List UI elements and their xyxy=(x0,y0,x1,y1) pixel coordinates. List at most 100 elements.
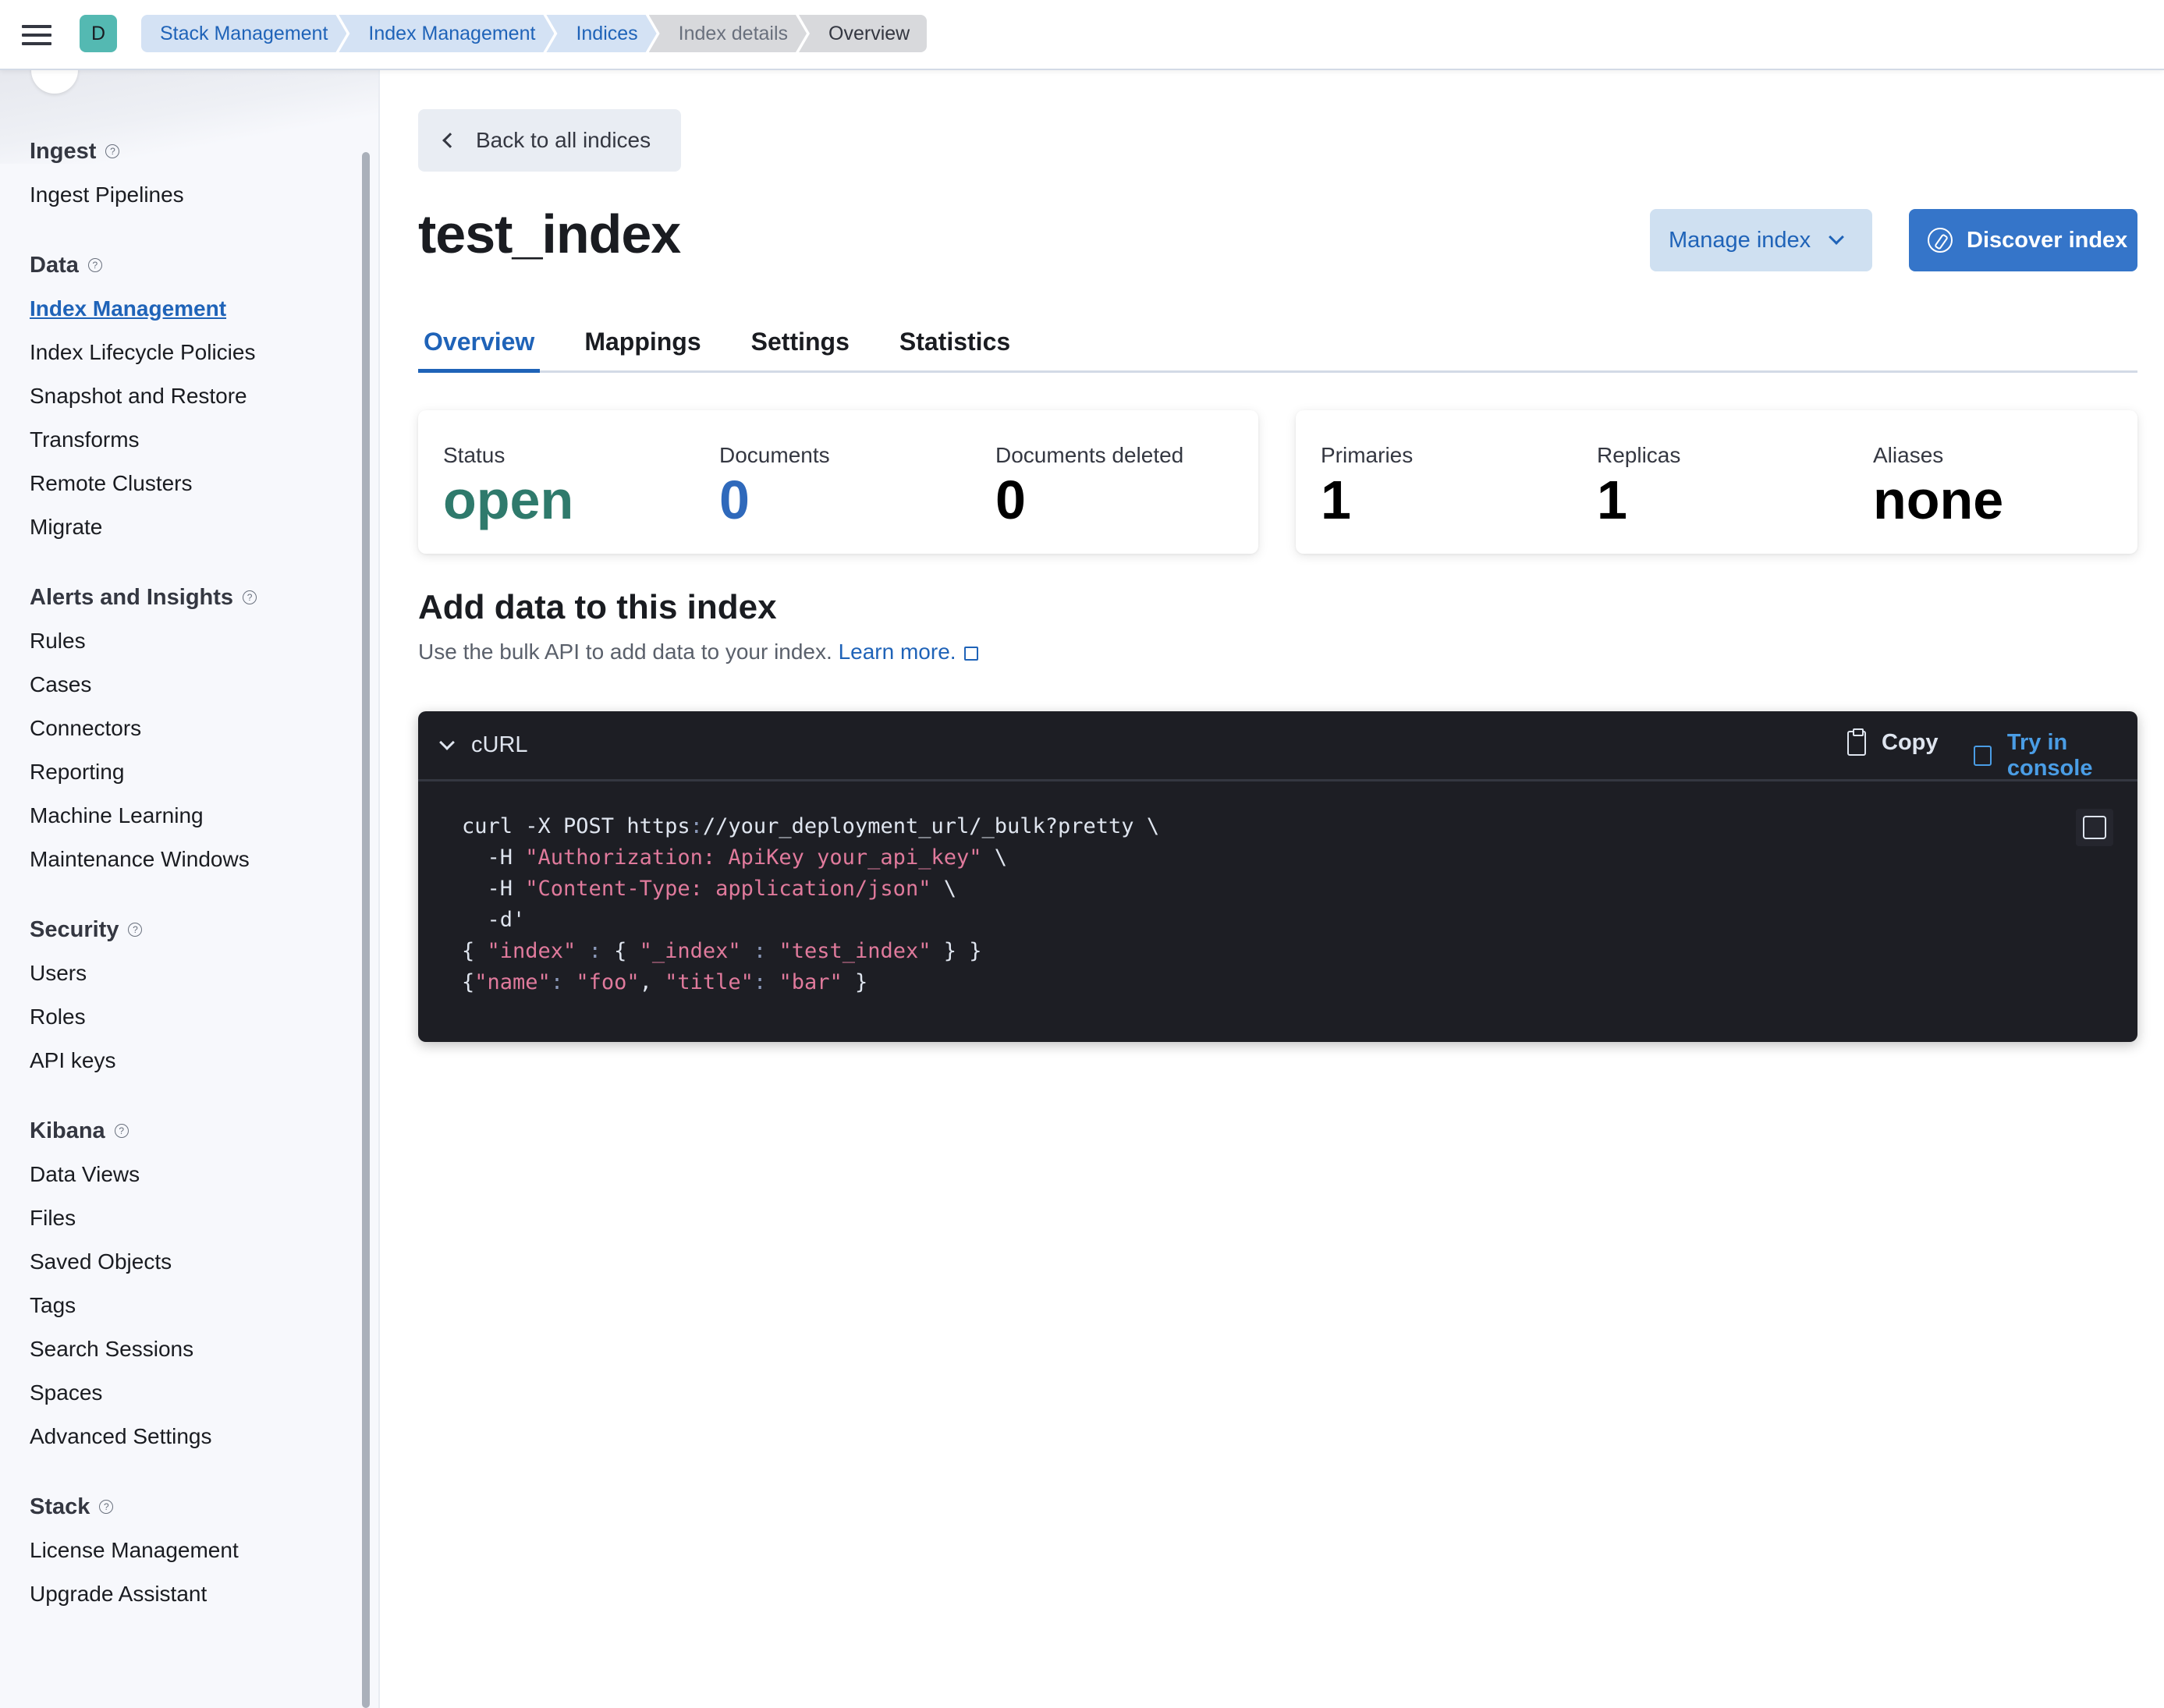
nav-group-title: Kibana? xyxy=(30,1109,357,1153)
sidebar-item-cases[interactable]: Cases xyxy=(30,663,357,707)
breadcrumb-index-details: Index details xyxy=(649,15,807,52)
nav-group-title-text: Alerts and Insights xyxy=(30,584,234,610)
discover-index-label: Discover index xyxy=(1967,227,2128,253)
stat-aliases: Aliases none xyxy=(1873,443,2003,527)
help-icon[interactable]: ? xyxy=(114,1124,129,1138)
stat-value: 0 xyxy=(719,470,750,530)
hamburger-icon xyxy=(22,25,51,28)
code-string: "test_index" xyxy=(779,939,931,963)
external-link-icon xyxy=(1974,746,1992,766)
sidebar-item-license-management[interactable]: License Management xyxy=(30,1529,357,1572)
menu-toggle-button[interactable] xyxy=(22,20,51,50)
nav-group-title-text: Kibana xyxy=(30,1118,105,1143)
code-punctuation: : xyxy=(576,939,615,963)
breadcrumb-overview: Overview xyxy=(799,15,928,52)
hamburger-icon-bar xyxy=(22,34,51,37)
stat-status: Status open xyxy=(443,443,573,527)
sidebar-item-index-management[interactable]: Index Management xyxy=(30,287,357,331)
sidebar-item-machine-learning[interactable]: Machine Learning xyxy=(30,794,357,838)
sidebar-item-rules[interactable]: Rules xyxy=(30,619,357,663)
help-icon[interactable]: ? xyxy=(87,258,102,272)
manage-index-button[interactable]: Manage index xyxy=(1650,209,1872,271)
code-line: -d' xyxy=(462,908,526,932)
help-icon[interactable]: ? xyxy=(243,590,257,604)
nav-group-security: Security? Users Roles API keys xyxy=(30,908,357,1083)
sidebar-item-users[interactable]: Users xyxy=(30,951,357,995)
sidebar-item-search-sessions[interactable]: Search Sessions xyxy=(30,1327,357,1371)
stat-label: Primaries xyxy=(1321,443,1414,467)
breadcrumb-indices[interactable]: Indices xyxy=(546,15,656,52)
code-panel: cURL Copy Try in console curl -X POST ht… xyxy=(418,711,2137,1042)
sidebar-item-reporting[interactable]: Reporting xyxy=(30,750,357,794)
sidebar-item-files[interactable]: Files xyxy=(30,1196,357,1240)
help-icon[interactable]: ? xyxy=(99,1500,114,1514)
stat-label: Documents xyxy=(719,443,830,467)
sidebar-item-tags[interactable]: Tags xyxy=(30,1284,357,1327)
learn-more-link[interactable]: Learn more. xyxy=(839,640,978,664)
try-in-console-button[interactable]: Try in console xyxy=(1974,730,2137,781)
code-punctuation: : xyxy=(690,814,703,838)
tab-settings[interactable]: Settings xyxy=(746,318,855,373)
stat-replicas: Replicas 1 xyxy=(1597,443,1680,527)
sidebar-item-upgrade-assistant[interactable]: Upgrade Assistant xyxy=(30,1572,357,1616)
nav-group-title-text: Ingest xyxy=(30,138,97,164)
space-avatar[interactable]: D xyxy=(80,15,117,52)
language-toggle-button[interactable]: cURL xyxy=(438,732,528,758)
sidebar-item-advanced-settings[interactable]: Advanced Settings xyxy=(30,1415,357,1458)
sidebar-item-api-keys[interactable]: API keys xyxy=(30,1039,357,1083)
nav-group-title-text: Data xyxy=(30,252,79,278)
main-content: Back to all indices test_index Manage in… xyxy=(381,70,2164,1708)
sidebar-scrollbar[interactable] xyxy=(362,152,370,1708)
sidebar-item-data-views[interactable]: Data Views xyxy=(30,1153,357,1196)
breadcrumb-index-management[interactable]: Index Management xyxy=(339,15,554,52)
top-header: D Stack Management Index Management Indi… xyxy=(0,0,2164,70)
status-badge: open xyxy=(443,470,574,530)
nav-group-kibana: Kibana? Data Views Files Saved Objects T… xyxy=(30,1109,357,1458)
code-string: "index" xyxy=(487,939,576,963)
hamburger-icon-bar xyxy=(22,42,51,45)
sidebar-item-spaces[interactable]: Spaces xyxy=(30,1371,357,1415)
try-in-console-label: Try in console xyxy=(2006,730,2093,781)
sidebar-item-index-lifecycle-policies[interactable]: Index Lifecycle Policies xyxy=(30,331,357,374)
fullscreen-icon xyxy=(2083,816,2106,839)
code-string: "title" xyxy=(665,970,754,994)
sidebar-item-maintenance-windows[interactable]: Maintenance Windows xyxy=(30,838,357,881)
sidebar-item-snapshot-and-restore[interactable]: Snapshot and Restore xyxy=(30,374,357,418)
back-button-label: Back to all indices xyxy=(476,128,651,152)
fullscreen-button[interactable] xyxy=(2076,809,2113,846)
tab-overview[interactable]: Overview xyxy=(418,318,541,373)
discover-index-button[interactable]: Discover index xyxy=(1909,209,2137,271)
add-data-description: Use the bulk API to add data to your ind… xyxy=(418,640,978,664)
help-icon[interactable]: ? xyxy=(105,144,120,158)
sidebar-item-roles[interactable]: Roles xyxy=(30,995,357,1039)
external-link-icon xyxy=(963,646,978,661)
language-label: cURL xyxy=(471,732,528,757)
sidebar-item-transforms[interactable]: Transforms xyxy=(30,418,357,462)
manage-index-label: Manage index xyxy=(1669,227,1811,253)
back-to-all-indices-button[interactable]: Back to all indices xyxy=(418,109,681,172)
nav-group-title: Stack? xyxy=(30,1485,357,1529)
sidebar-item-ingest-pipelines[interactable]: Ingest Pipelines xyxy=(30,173,357,217)
code-string: "Content-Type: application/json" xyxy=(525,877,931,901)
tab-mappings[interactable]: Mappings xyxy=(579,318,706,373)
sidebar-item-remote-clusters[interactable]: Remote Clusters xyxy=(30,462,357,505)
code-line: -H "Authorization: ApiKey your_api_key" … xyxy=(462,845,1008,870)
nav-group-title: Alerts and Insights? xyxy=(30,576,357,619)
breadcrumb-stack-management[interactable]: Stack Management xyxy=(141,15,346,52)
sidebar-item-saved-objects[interactable]: Saved Objects xyxy=(30,1240,357,1284)
code-line: -H "Content-Type: application/json" \ xyxy=(462,877,956,901)
compass-icon xyxy=(1928,228,1953,253)
code-string: "name" xyxy=(474,970,551,994)
tab-statistics[interactable]: Statistics xyxy=(894,318,1016,373)
nav-group-title-text: Security xyxy=(30,916,119,942)
code-line: { "index" : { "_index" : "test_index" } … xyxy=(462,939,982,963)
stat-documents: Documents 0 xyxy=(719,443,830,527)
code-punctuation: : xyxy=(740,939,779,963)
nav-group-title: Ingest? xyxy=(30,129,357,173)
stat-label: Documents deleted xyxy=(995,443,1184,467)
copy-button[interactable]: Copy xyxy=(1847,728,1939,756)
chevron-down-icon xyxy=(1829,229,1845,245)
sidebar-item-migrate[interactable]: Migrate xyxy=(30,505,357,549)
sidebar-item-connectors[interactable]: Connectors xyxy=(30,707,357,750)
help-icon[interactable]: ? xyxy=(128,923,143,937)
